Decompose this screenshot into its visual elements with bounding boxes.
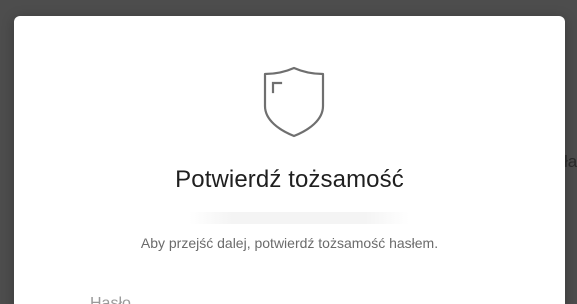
password-field-label: Hasło (90, 295, 131, 304)
decorative-divider (189, 212, 409, 224)
dialog-description: Aby przejść dalej, potwierdź tożsamość h… (140, 235, 439, 251)
background-text-fragment: ła (564, 152, 577, 171)
dialog-title: Potwierdź tożsamość (175, 166, 404, 193)
shield-icon (263, 66, 325, 138)
confirm-identity-dialog: Potwierdź tożsamość Aby przejść dalej, p… (14, 16, 565, 304)
